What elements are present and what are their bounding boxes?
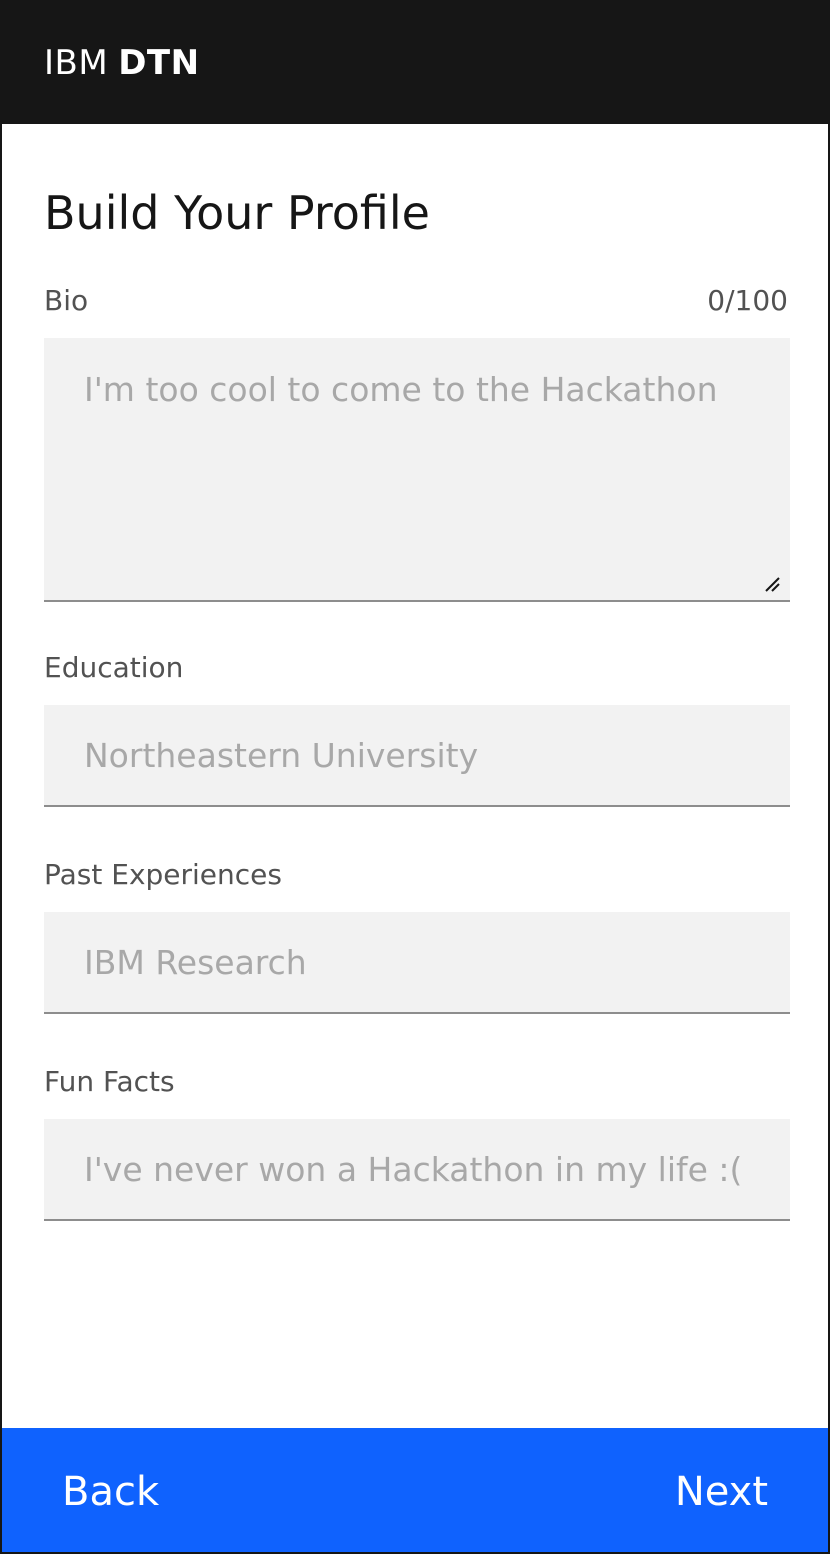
- page-title: Build Your Profile: [44, 186, 430, 240]
- app-frame: IBM DTN Build Your Profile Bio 0/100 Edu…: [0, 0, 830, 1554]
- brand-dtn: DTN: [118, 43, 200, 83]
- fun-facts-input[interactable]: [44, 1119, 790, 1221]
- past-experiences-label: Past Experiences: [44, 858, 282, 891]
- fun-facts-label: Fun Facts: [44, 1065, 175, 1098]
- bio-label: Bio: [44, 284, 89, 317]
- education-label: Education: [44, 651, 184, 684]
- footer-nav: Back Next: [2, 1428, 828, 1552]
- bio-char-counter: 0/100: [707, 284, 788, 317]
- app-header: IBM DTN: [2, 2, 828, 124]
- past-experiences-input[interactable]: [44, 912, 790, 1014]
- bio-textarea[interactable]: [44, 338, 790, 602]
- back-button[interactable]: Back: [62, 1469, 159, 1515]
- brand-ibm: IBM: [44, 43, 109, 83]
- education-input[interactable]: [44, 705, 790, 807]
- resize-grip-icon[interactable]: [764, 576, 780, 592]
- next-button[interactable]: Next: [675, 1469, 768, 1515]
